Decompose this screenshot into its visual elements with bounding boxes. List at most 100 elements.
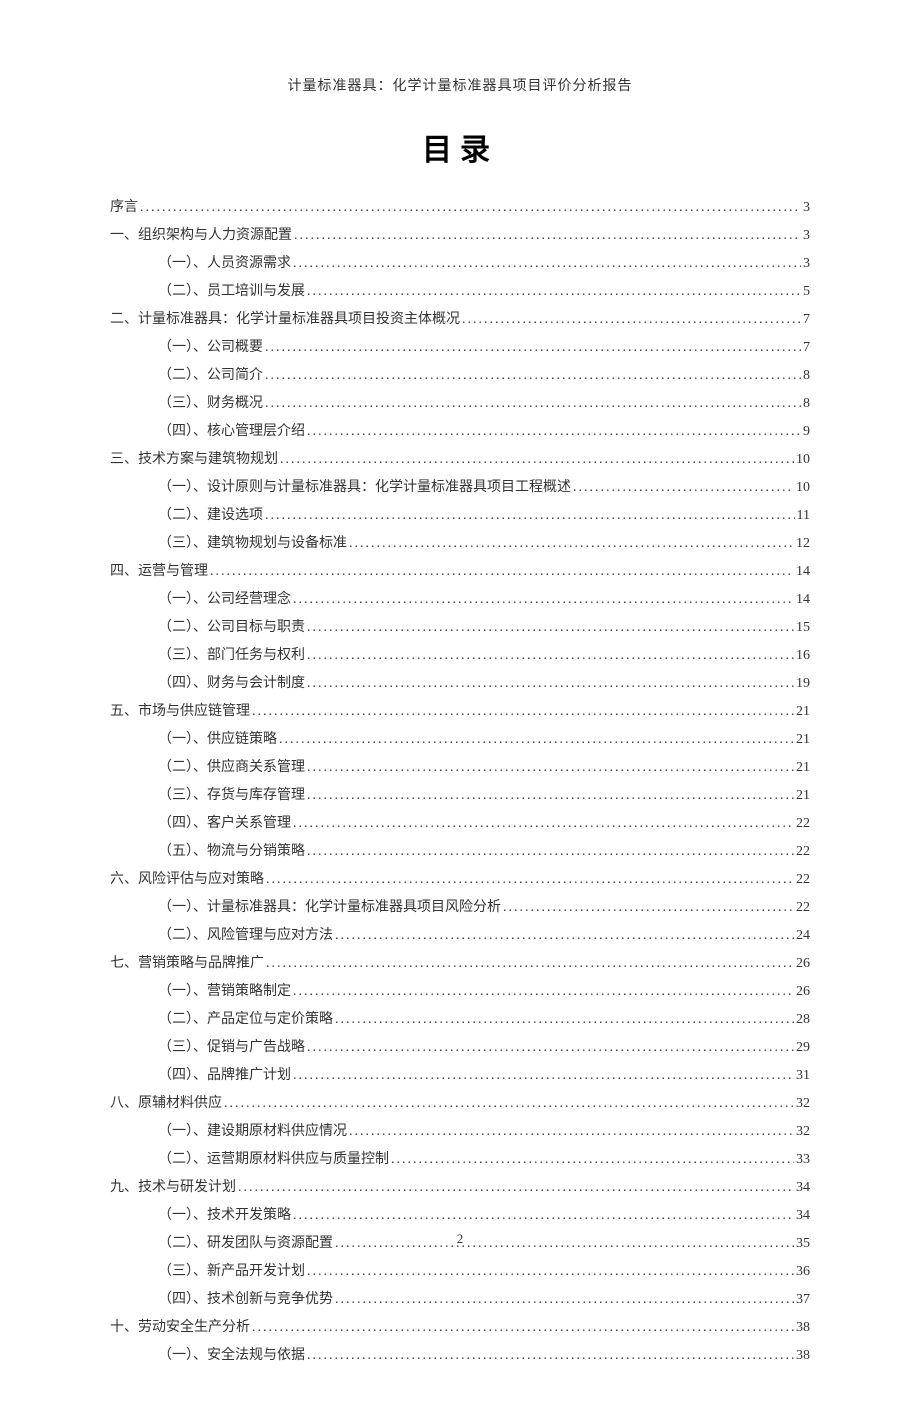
toc-entry: （一）、供应链策略21: [110, 726, 810, 754]
toc-entry: 五、市场与供应链管理21: [110, 698, 810, 726]
toc-entry-page: 32: [796, 1090, 810, 1118]
toc-entry-page: 10: [796, 446, 810, 474]
toc-entry-page: 22: [796, 838, 810, 866]
toc-entry-label: （二）、公司目标与职责: [158, 614, 305, 642]
toc-entry-page: 24: [796, 922, 810, 950]
toc-leader-dots: [307, 838, 794, 866]
toc-leader-dots: [293, 586, 794, 614]
toc-entry: 四、运营与管理 14: [110, 558, 810, 586]
toc-leader-dots: [280, 446, 794, 474]
page-number: 2: [0, 1231, 920, 1247]
toc-entry-label: （二）、公司简介: [158, 362, 263, 390]
toc-leader-dots: [265, 502, 795, 530]
toc-entry: （二）、建设选项 11: [110, 502, 810, 530]
toc-entry-label: （四）、客户关系管理: [158, 810, 291, 838]
toc-entry-page: 8: [803, 362, 810, 390]
toc-entry-label: （一）、公司经营理念: [158, 586, 291, 614]
toc-entry-page: 38: [796, 1342, 810, 1370]
toc-leader-dots: [573, 474, 794, 502]
toc-leader-dots: [293, 1202, 794, 1230]
toc-entry-page: 34: [796, 1174, 810, 1202]
toc-entry-page: 16: [796, 642, 810, 670]
toc-entry-page: 9: [803, 418, 810, 446]
toc-entry-page: 36: [796, 1258, 810, 1286]
toc-entry-page: 7: [803, 334, 810, 362]
toc-leader-dots: [349, 1118, 794, 1146]
toc-entry-label: （四）、技术创新与竞争优势: [158, 1286, 333, 1314]
toc-entry-page: 22: [796, 894, 810, 922]
toc-entry: 七、营销策略与品牌推广26: [110, 950, 810, 978]
toc-entry-page: 34: [796, 1202, 810, 1230]
toc-leader-dots: [266, 866, 794, 894]
toc-entry: （二）、运营期原材料供应与质量控制33: [110, 1146, 810, 1174]
toc-leader-dots: [293, 1062, 794, 1090]
toc-entry-page: 14: [796, 586, 810, 614]
toc-entry-label: （一）、技术开发策略: [158, 1202, 291, 1230]
toc-entry-label: 二、计量标准器具：化学计量标准器具项目投资主体概况: [110, 306, 460, 334]
toc-leader-dots: [391, 1146, 794, 1174]
toc-leader-dots: [266, 950, 794, 978]
toc-entry-label: （三）、建筑物规划与设备标准: [158, 530, 347, 558]
toc-entry-page: 14: [796, 558, 810, 586]
toc-entry-page: 5: [803, 278, 810, 306]
toc-entry-page: 15: [796, 614, 810, 642]
toc-entry-label: 九、技术与研发计划: [110, 1174, 236, 1202]
toc-entry: （二）、公司简介 8: [110, 362, 810, 390]
toc-entry: （三）、新产品开发计划 36: [110, 1258, 810, 1286]
toc-entry-label: 序言: [110, 194, 138, 222]
page-header-title: 计量标准器具：化学计量标准器具项目评价分析报告: [110, 75, 810, 95]
toc-leader-dots: [252, 1314, 794, 1342]
toc-entry-page: 38: [796, 1314, 810, 1342]
toc-entry-label: （一）、营销策略制定: [158, 978, 291, 1006]
toc-entry-label: 八、原辅材料供应: [110, 1090, 222, 1118]
toc-entry-label: （三）、部门任务与权利: [158, 642, 305, 670]
toc-entry-label: （三）、新产品开发计划: [158, 1258, 305, 1286]
toc-entry: （二）、产品定位与定价策略28: [110, 1006, 810, 1034]
toc-entry-label: （四）、核心管理层介绍: [158, 418, 305, 446]
toc-entry: （一）、技术开发策略 34: [110, 1202, 810, 1230]
toc-leader-dots: [252, 698, 794, 726]
toc-entry: （四）、品牌推广计划 31: [110, 1062, 810, 1090]
toc-entry: 二、计量标准器具：化学计量标准器具项目投资主体概况7: [110, 306, 810, 334]
toc-leader-dots: [224, 1090, 794, 1118]
toc-entry-label: （四）、品牌推广计划: [158, 1062, 291, 1090]
toc-entry-label: （一）、安全法规与依据: [158, 1342, 305, 1370]
toc-leader-dots: [140, 194, 801, 222]
toc-entry-label: （一）、公司概要: [158, 334, 263, 362]
toc-entry: 十、劳动安全生产分析38: [110, 1314, 810, 1342]
toc-entry-label: （二）、建设选项: [158, 502, 263, 530]
toc-leader-dots: [265, 362, 801, 390]
toc-entry-page: 28: [796, 1006, 810, 1034]
toc-entry-page: 22: [796, 866, 810, 894]
toc-heading: 目录: [110, 125, 810, 169]
toc-entry-label: （三）、财务概况: [158, 390, 263, 418]
toc-leader-dots: [293, 978, 794, 1006]
toc-leader-dots: [307, 782, 794, 810]
toc-entry: （二）、员工培训与发展 5: [110, 278, 810, 306]
toc-entry-label: （二）、员工培训与发展: [158, 278, 305, 306]
toc-entry-label: （四）、财务与会计制度: [158, 670, 305, 698]
toc-entry-label: 四、运营与管理: [110, 558, 208, 586]
toc-entry-page: 31: [796, 1062, 810, 1090]
toc-entry-page: 11: [797, 502, 810, 530]
toc-entry: 序言3: [110, 194, 810, 222]
toc-entry: （二）、风险管理与应对方法24: [110, 922, 810, 950]
toc-entry: （一）、公司经营理念 14: [110, 586, 810, 614]
toc-leader-dots: [307, 1342, 794, 1370]
toc-leader-dots: [335, 1286, 794, 1314]
toc-entry-label: 五、市场与供应链管理: [110, 698, 250, 726]
toc-entry: （一）、营销策略制定26: [110, 978, 810, 1006]
toc-entry-page: 33: [796, 1146, 810, 1174]
toc-entry-label: （三）、存货与库存管理: [158, 782, 305, 810]
toc-leader-dots: [265, 390, 801, 418]
toc-leader-dots: [279, 726, 794, 754]
toc-leader-dots: [210, 558, 794, 586]
toc-leader-dots: [503, 894, 794, 922]
toc-entry-page: 21: [796, 754, 810, 782]
toc-entry: 一、组织架构与人力资源配置3: [110, 222, 810, 250]
toc-entry: （四）、技术创新与竞争优势37: [110, 1286, 810, 1314]
toc-list: 序言3一、组织架构与人力资源配置3（一）、人员资源需求3（二）、员工培训与发展5…: [110, 194, 810, 1370]
toc-entry: 九、技术与研发计划 34: [110, 1174, 810, 1202]
toc-entry: （一）、建设期原材料供应情况32: [110, 1118, 810, 1146]
toc-entry: （三）、部门任务与权利 16: [110, 642, 810, 670]
